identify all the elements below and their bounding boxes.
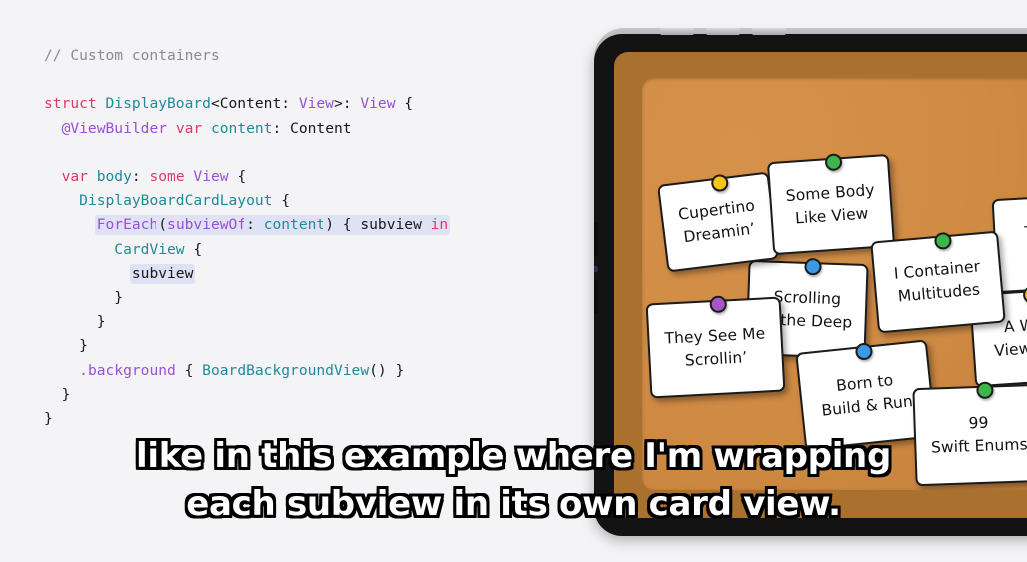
code-token: // Custom containers <box>44 47 220 64</box>
push-pin-green-icon <box>976 381 994 400</box>
board-card-text: Build & Run <box>820 392 914 420</box>
push-pin-green-icon <box>933 231 953 251</box>
code-token: View <box>193 168 229 186</box>
code-line: struct DisplayBoard<Content: View>: View… <box>44 92 600 116</box>
code-line: CardView { <box>44 238 600 262</box>
code-line: } <box>44 383 600 407</box>
code-line: subview <box>44 262 600 286</box>
code-line: var body: some View { <box>44 165 600 189</box>
code-token: DisplayBoard <box>105 95 211 113</box>
board-card[interactable]: I Container Multitudes <box>870 230 1006 334</box>
code-token: { <box>395 95 414 113</box>
code-token: View <box>298 95 334 113</box>
code-token: var <box>61 168 88 186</box>
ipad-device: Cupertino Dreamin’ Some Body Like View Scrol… <box>588 28 1027 540</box>
code-token: DisplayBoardCardLayout <box>79 192 273 210</box>
code-token: .background <box>79 361 176 379</box>
code-line: DisplayBoardCardLayout { <box>44 189 600 213</box>
code-token-highlighted: content <box>261 215 328 236</box>
code-token: @ViewBuilder <box>61 119 168 137</box>
board-card[interactable]: They See Me Scrollin’ <box>645 295 786 399</box>
board-card-text: 99 <box>968 413 989 433</box>
code-token-highlighted: in <box>428 215 451 236</box>
code-token-highlighted: ) { subview <box>323 215 433 236</box>
code-token: { <box>272 192 291 210</box>
code-token: content <box>210 119 273 137</box>
side-indicator-dot <box>594 266 598 272</box>
code-line: } <box>44 407 600 431</box>
push-pin-purple-icon <box>709 295 728 314</box>
ipad-bezel: Cupertino Dreamin’ Some Body Like View Scrol… <box>594 34 1027 536</box>
code-line: } <box>44 334 600 358</box>
ipad-top-button-3[interactable] <box>752 28 786 35</box>
display-board: Cupertino Dreamin’ Some Body Like View Scrol… <box>642 78 1027 490</box>
ipad-top-button-1[interactable] <box>660 28 694 35</box>
code-line: @ViewBuilder var content: Content <box>44 117 600 141</box>
code-token: } <box>44 289 124 307</box>
code-line: .background { BoardBackgroundView() } <box>44 359 600 383</box>
board-card[interactable]: 99 Swift Enums <box>912 381 1027 487</box>
code-token: BoardBackgroundView <box>202 361 370 379</box>
code-token-highlighted: subviewOf <box>165 215 249 236</box>
code-token: { <box>228 168 247 186</box>
board-card-text: Swift Enums <box>930 435 1027 457</box>
code-token-highlighted: ForEach <box>94 215 161 236</box>
code-token: : Content <box>272 119 352 137</box>
code-line: ForEach(subviewOf: content) { subview in <box>44 213 600 237</box>
ipad-screen: Cupertino Dreamin’ Some Body Like View Scrol… <box>614 52 1027 518</box>
board-card-text: Scrolling <box>773 287 842 308</box>
code-line: ​ <box>44 141 600 165</box>
code-line: ​ <box>44 68 600 92</box>
code-token: struct <box>44 95 106 113</box>
code-line: // Custom containers <box>44 44 600 68</box>
board-card-text: A Whole <box>1003 313 1027 336</box>
board-card[interactable]: Some Body Like View <box>766 153 896 256</box>
swift-code-block: // Custom containers​struct DisplayBoard… <box>44 44 600 431</box>
code-token: } <box>44 337 88 355</box>
ipad-top-button-2[interactable] <box>706 28 740 35</box>
push-pin-yellow-icon <box>710 173 730 193</box>
code-token: body <box>96 168 132 186</box>
code-token: CardView <box>114 240 185 258</box>
board-card-text: View World <box>993 335 1027 360</box>
board-card[interactable]: Cupertino Dreamin’ <box>657 171 779 273</box>
code-token: View <box>360 95 396 113</box>
board-card-text: They See Me <box>664 323 766 348</box>
code-panel: // Custom containers​struct DisplayBoard… <box>0 0 600 562</box>
code-token: } <box>44 410 53 428</box>
code-token: >: <box>333 95 361 113</box>
code-token: } <box>44 313 106 331</box>
board-card-text: Like View <box>794 203 870 228</box>
push-pin-blue-icon <box>804 257 822 276</box>
code-token: some <box>149 168 185 186</box>
board-card-text: Scrollin’ <box>684 347 748 370</box>
code-token: var <box>175 119 203 137</box>
code-token: : <box>131 168 150 186</box>
code-token: () } <box>369 361 405 379</box>
push-pin-blue-icon <box>854 342 874 361</box>
code-line: } <box>44 310 600 334</box>
volume-down-button[interactable] <box>594 280 598 314</box>
code-token-highlighted: subview <box>129 263 196 284</box>
code-token: { <box>184 240 203 258</box>
push-pin-green-icon <box>824 153 843 172</box>
volume-up-button[interactable] <box>594 222 598 256</box>
code-token: <Content: <box>210 95 299 113</box>
code-token: } <box>44 385 71 403</box>
code-line: } <box>44 286 600 310</box>
code-token: { <box>175 361 203 379</box>
